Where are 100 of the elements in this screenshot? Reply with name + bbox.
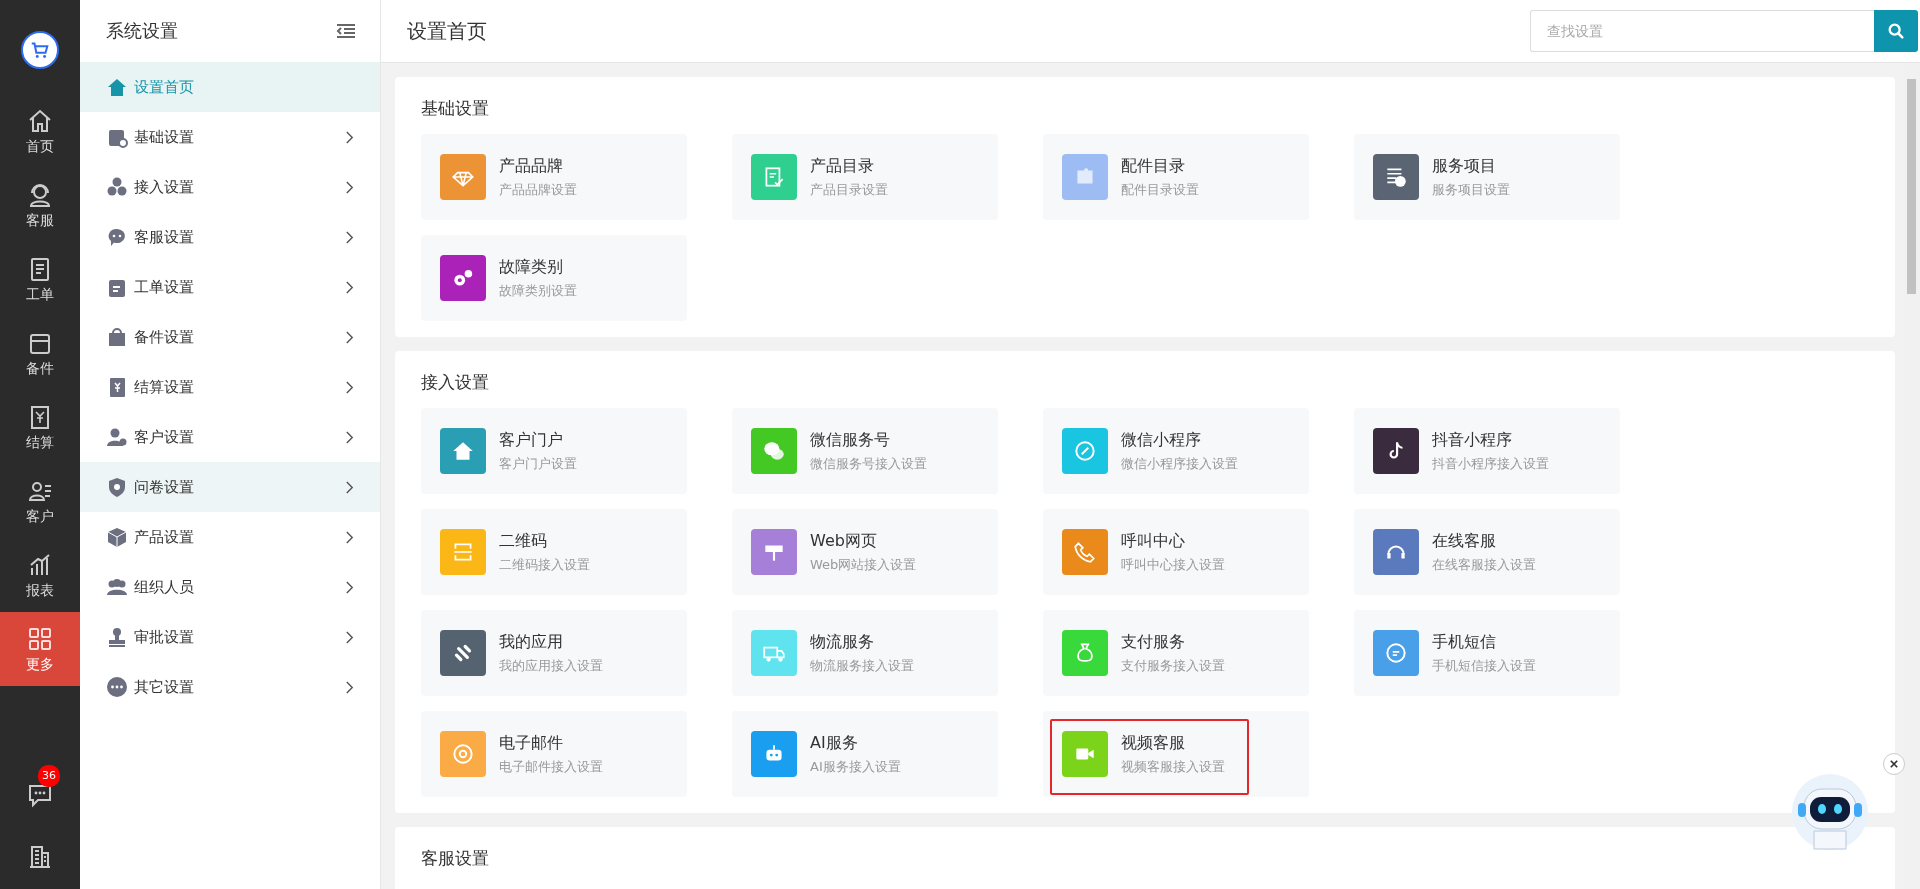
sidebar-item[interactable]: 客户设置 (80, 412, 380, 462)
card-subtitle: 微信服务号接入设置 (810, 454, 927, 473)
card-subtitle: 电子邮件接入设置 (499, 757, 603, 776)
card-title: Web网页 (810, 530, 878, 552)
people-icon (106, 576, 128, 598)
card-subtitle: 抖音小程序接入设置 (1432, 454, 1549, 473)
rail-label: 工单 (26, 285, 54, 304)
card-subtitle: Web网站接入设置 (810, 555, 917, 574)
rail-label: 备件 (26, 359, 54, 378)
settings-card[interactable]: 产品目录 产品目录设置 (732, 134, 998, 220)
rail-nav-item[interactable]: 更多 (0, 612, 80, 686)
rail-nav-item[interactable]: 结算 (0, 390, 80, 464)
sidebar-item[interactable]: 备件设置 (80, 312, 380, 362)
rail-nav-item[interactable]: 客户 (0, 464, 80, 538)
search-button[interactable] (1874, 10, 1918, 52)
card-title: AI服务 (810, 732, 859, 754)
card-title: 配件目录 (1121, 155, 1186, 177)
cube-icon (106, 526, 128, 548)
card-title: 二维码 (499, 530, 548, 552)
card-title: 微信服务号 (810, 429, 891, 451)
section-title: 接入设置 (421, 371, 490, 394)
card-title: 服务项目 (1432, 155, 1497, 177)
sidebar-item[interactable]: 审批设置 (80, 612, 380, 662)
card-title: 电子邮件 (499, 732, 564, 754)
settings-card[interactable]: 呼叫中心 呼叫中心接入设置 (1043, 509, 1309, 595)
settings-card[interactable]: 配件目录 配件目录设置 (1043, 134, 1309, 220)
page-title: 设置首页 (407, 17, 487, 45)
settings-card[interactable]: 电子邮件 电子邮件接入设置 (421, 711, 687, 797)
card-title: 微信小程序 (1121, 429, 1202, 451)
unread-badge: 36 (38, 765, 60, 787)
settings-card[interactable]: 微信服务号 微信服务号接入设置 (732, 408, 998, 494)
sidebar-item[interactable]: 工单设置 (80, 262, 380, 312)
scrollbar-thumb[interactable] (1907, 79, 1916, 294)
card-title: 产品目录 (810, 155, 875, 177)
card-subtitle: 产品目录设置 (810, 180, 888, 199)
rail-nav-item[interactable]: 备件 (0, 316, 80, 390)
settings-card[interactable]: Web网页 Web网站接入设置 (732, 509, 998, 595)
card-title: 产品品牌 (499, 155, 564, 177)
card-subtitle: 呼叫中心接入设置 (1121, 555, 1225, 574)
card-subtitle: 服务项目设置 (1432, 180, 1510, 199)
rail-nav-item[interactable]: 工单 (0, 242, 80, 316)
settings-card[interactable]: 微信小程序 微信小程序接入设置 (1043, 408, 1309, 494)
rail-label: 更多 (26, 655, 54, 674)
cart-logo-icon (21, 31, 59, 69)
rail-label: 客服 (26, 211, 54, 230)
settings-card[interactable]: 二维码 二维码接入设置 (421, 509, 687, 595)
settings-card[interactable]: 手机短信 手机短信接入设置 (1354, 610, 1620, 696)
card-title: 故障类别 (499, 256, 564, 278)
card-subtitle: 微信小程序接入设置 (1121, 454, 1238, 473)
shield-icon (106, 476, 128, 498)
card-title: 我的应用 (499, 631, 564, 653)
basket-icon (106, 326, 128, 348)
settings-card[interactable]: 视频客服 视频客服接入设置 (1043, 711, 1309, 797)
rail-label: 客户 (26, 507, 54, 526)
rail-nav-item[interactable]: 报表 (0, 538, 80, 612)
card-title: 抖音小程序 (1432, 429, 1513, 451)
settings-card[interactable]: 抖音小程序 抖音小程序接入设置 (1354, 408, 1620, 494)
rail-label: 报表 (26, 581, 54, 600)
house-icon (106, 76, 128, 98)
close-icon (1890, 760, 1898, 768)
rail-nav-item[interactable]: 首页 (0, 94, 80, 168)
stamp-icon (106, 626, 128, 648)
settings-card[interactable]: 我的应用 我的应用接入设置 (421, 610, 687, 696)
card-subtitle: 产品品牌设置 (499, 180, 577, 199)
rail-nav-item[interactable]: 客服 (0, 168, 80, 242)
search-field[interactable]: 查找设置 (1530, 10, 1874, 52)
sidebar-item[interactable]: 产品设置 (80, 512, 380, 562)
settings-card[interactable]: AI服务 AI服务接入设置 (732, 711, 998, 797)
sidebar-item[interactable]: 接入设置 (80, 162, 380, 212)
settings-card[interactable]: 支付服务 支付服务接入设置 (1043, 610, 1309, 696)
section-title: 基础设置 (421, 97, 490, 120)
card-title: 物流服务 (810, 631, 875, 653)
collapse-menu-icon[interactable] (336, 23, 356, 39)
card-title: 手机短信 (1432, 631, 1497, 653)
sidebar-item[interactable]: 其它设置 (80, 662, 380, 712)
card-subtitle: 手机短信接入设置 (1432, 656, 1536, 675)
sidebar-title: 系统设置 (106, 19, 178, 43)
sidebar-item[interactable]: 基础设置 (80, 112, 380, 162)
settings-card[interactable]: 物流服务 物流服务接入设置 (732, 610, 998, 696)
speech-bubble-icon (106, 226, 128, 248)
settings-card[interactable]: 服务项目 服务项目设置 (1354, 134, 1620, 220)
settings-card[interactable]: 在线客服 在线客服接入设置 (1354, 509, 1620, 595)
card-subtitle: 物流服务接入设置 (810, 656, 914, 675)
settings-card[interactable]: 客户门户 客户门户设置 (421, 408, 687, 494)
card-title: 支付服务 (1121, 631, 1186, 653)
settings-card[interactable]: 故障类别 故障类别设置 (421, 235, 687, 321)
rail-label: 结算 (26, 433, 54, 452)
card-subtitle: AI服务接入设置 (810, 757, 901, 776)
settings-card[interactable]: 产品品牌 产品品牌设置 (421, 134, 687, 220)
sidebar-item[interactable]: 客服设置 (80, 212, 380, 262)
sidebar-item[interactable]: 结算设置 (80, 362, 380, 412)
card-subtitle: 视频客服接入设置 (1121, 757, 1225, 776)
section-title: 客服设置 (421, 847, 490, 870)
card-subtitle: 配件目录设置 (1121, 180, 1199, 199)
card-subtitle: 故障类别设置 (499, 281, 577, 300)
more-dots-icon (106, 676, 128, 698)
card-title: 在线客服 (1432, 530, 1497, 552)
sidebar-item[interactable]: 问卷设置 (80, 462, 380, 512)
sidebar-item[interactable]: 组织人员 (80, 562, 380, 612)
search-icon (1887, 22, 1905, 40)
